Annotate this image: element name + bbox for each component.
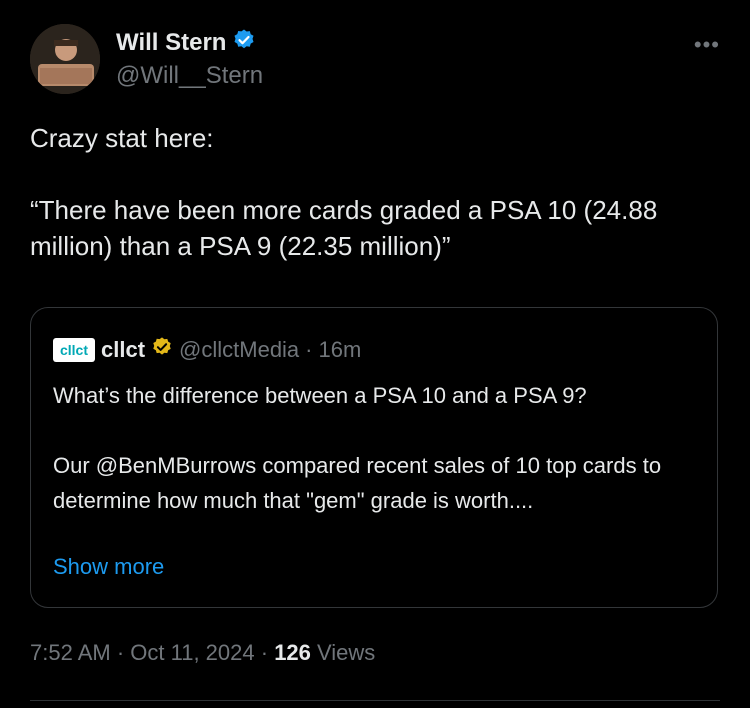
quoted-time[interactable]: 16m (319, 337, 362, 363)
views-label: Views (310, 640, 376, 665)
quoted-tweet[interactable]: cllct cllct @cllctMedia · 16m What’s the… (30, 307, 718, 608)
quoted-separator: · (305, 337, 313, 362)
views-count: 126 (274, 640, 311, 665)
tweet-time[interactable]: 7:52 AM (30, 640, 111, 666)
tweet-date[interactable]: Oct 11, 2024 (130, 640, 254, 666)
author-name-row[interactable]: Will Stern (116, 28, 256, 57)
more-options-icon[interactable]: ••• (694, 32, 720, 58)
verified-badge-icon (232, 28, 256, 57)
show-more-link[interactable]: Show more (53, 554, 164, 580)
divider (30, 700, 720, 701)
quoted-tweet-body: What’s the difference between a PSA 10 a… (53, 383, 662, 513)
gold-verified-badge-icon (151, 336, 173, 364)
tweet-text: Crazy stat here: “There have been more c… (30, 123, 658, 261)
author-handle[interactable]: @Will__Stern (116, 62, 263, 90)
tweet-meta: 7:52 AM · Oct 11, 2024 · 126 Views (30, 640, 375, 666)
meta-separator: · (254, 640, 275, 665)
quoted-display-name[interactable]: cllct (101, 337, 145, 363)
meta-separator: · (110, 640, 131, 665)
quoted-handle[interactable]: @cllctMedia (179, 337, 299, 363)
cllct-logo-avatar[interactable]: cllct (53, 338, 95, 362)
tweet-header: Will Stern @Will__Stern ••• (30, 24, 720, 94)
author-display-name[interactable]: Will Stern (116, 29, 226, 57)
svg-text:cllct: cllct (60, 342, 88, 358)
quoted-tweet-header: cllct cllct @cllctMedia · 16m (53, 336, 361, 364)
avatar[interactable] (30, 24, 100, 94)
